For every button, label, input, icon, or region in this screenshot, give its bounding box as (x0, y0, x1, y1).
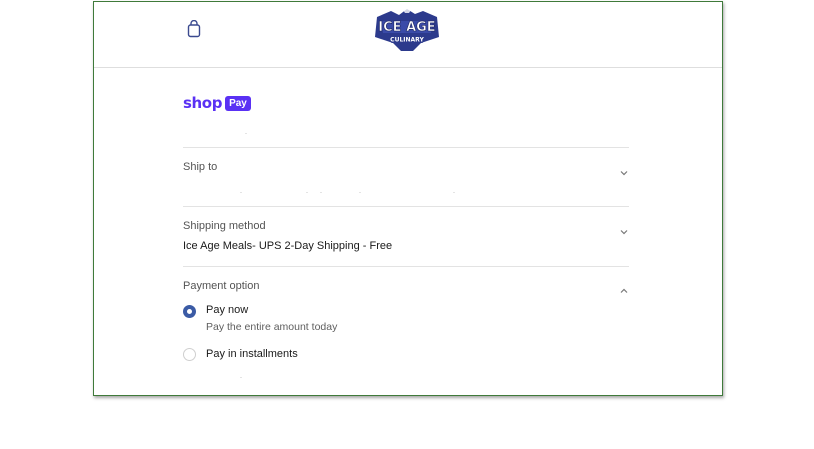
redacted-detail (453, 192, 455, 193)
redacted-detail (240, 192, 242, 193)
chevron-up-icon[interactable] (619, 282, 629, 293)
redacted-detail (240, 377, 242, 378)
shop-pay-badge: Pay (225, 95, 251, 111)
shop-pay-logo: shop Pay (183, 94, 251, 112)
ice-age-culinary-logo[interactable]: ICE AGE CULINARY (369, 7, 445, 53)
pay-now-subtitle: Pay the entire amount today (206, 321, 338, 333)
redacted-detail (306, 192, 308, 193)
ship-to-label: Ship to (183, 161, 218, 173)
installments-radio[interactable] (183, 348, 196, 361)
shopping-bag-icon[interactable] (187, 19, 201, 38)
logo-subtitle: CULINARY (390, 37, 424, 44)
shipping-method-value: Ice Age Meals- UPS 2-Day Shipping - Free (183, 240, 393, 252)
checkout-window: ICE AGE CULINARY shop Pay Ship to Shippi… (93, 1, 723, 396)
pay-now-radio[interactable] (183, 305, 196, 318)
pay-now-title: Pay now (206, 304, 249, 316)
chevron-down-icon[interactable] (619, 223, 629, 235)
payment-option-label: Payment option (183, 280, 260, 292)
divider (183, 147, 629, 148)
redacted-detail (359, 192, 361, 193)
logo-title: ICE AGE (378, 20, 435, 35)
redacted-detail (245, 133, 247, 134)
divider (183, 266, 629, 267)
redacted-detail (320, 192, 322, 193)
shipping-method-label: Shipping method (183, 220, 266, 232)
checkout-header: ICE AGE CULINARY (94, 2, 722, 68)
divider (183, 206, 629, 207)
installments-title: Pay in installments (206, 348, 298, 360)
shop-pay-wordmark: shop (183, 94, 223, 112)
chevron-down-icon[interactable] (619, 164, 629, 176)
